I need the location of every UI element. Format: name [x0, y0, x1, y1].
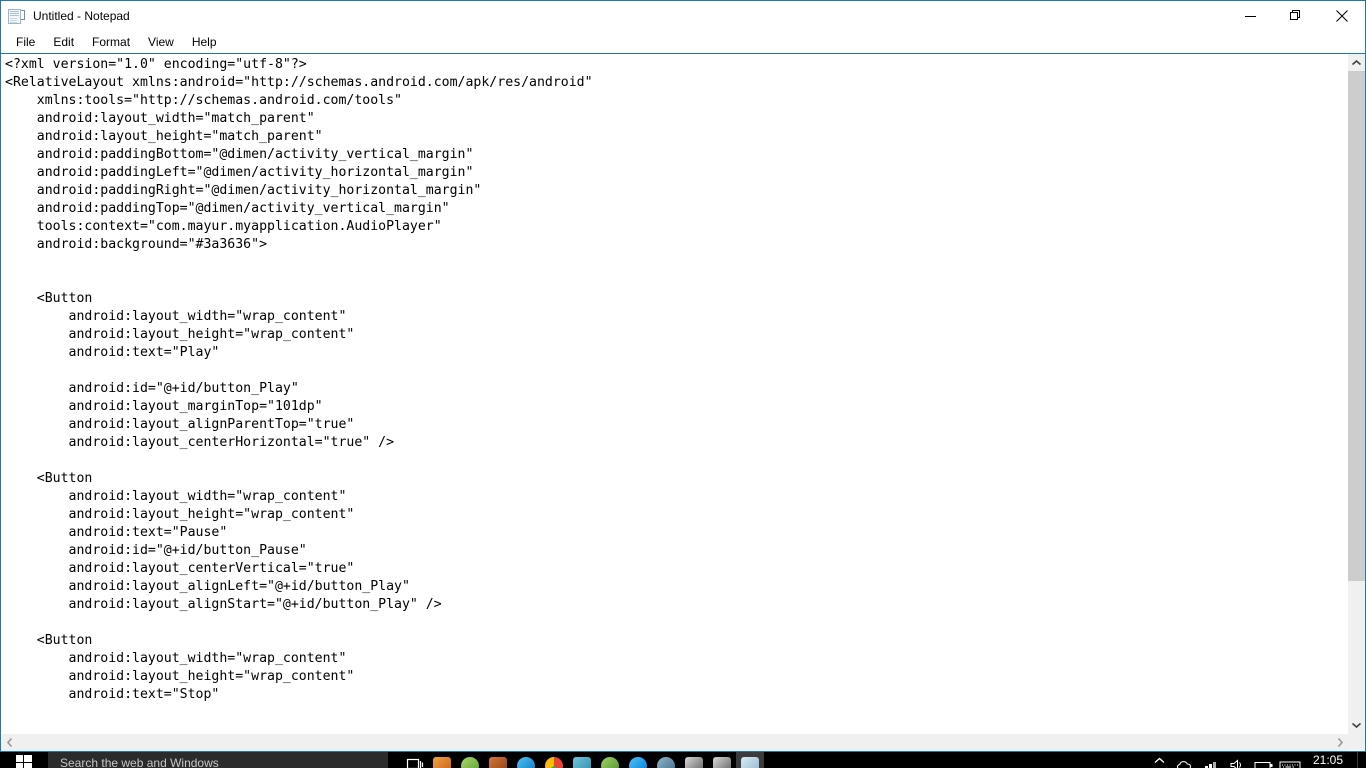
close-button[interactable]: [1319, 1, 1365, 31]
vlc-icon[interactable]: [456, 752, 484, 768]
menu-item-format[interactable]: Format: [83, 32, 139, 52]
window-titlebar[interactable]: Untitled - Notepad: [1, 1, 1365, 31]
horizontal-scroll-track[interactable]: [18, 734, 1331, 751]
battery-icon[interactable]: [1251, 752, 1277, 768]
editor-content[interactable]: <?xml version="1.0" encoding="utf-8"?> <…: [1, 54, 1347, 704]
media-player-icon[interactable]: [428, 752, 456, 768]
chevron-up-icon: [1154, 757, 1165, 764]
winrar-icon[interactable]: [680, 752, 708, 768]
scroll-right-button[interactable]: [1331, 734, 1348, 751]
editor-region: <?xml version="1.0" encoding="utf-8"?> <…: [1, 53, 1365, 733]
menu-item-help[interactable]: Help: [183, 32, 226, 52]
notepad-taskbar-icon[interactable]: [736, 752, 764, 768]
chevron-right-icon: [1337, 738, 1343, 747]
show-desktop-button[interactable]: [1357, 752, 1366, 768]
window-title: Untitled - Notepad: [33, 1, 130, 31]
vertical-scrollbar[interactable]: [1347, 54, 1365, 733]
start-button[interactable]: [0, 752, 48, 768]
onedrive-icon[interactable]: [1173, 752, 1199, 768]
close-icon: [1336, 10, 1348, 22]
skype-icon[interactable]: [624, 752, 652, 768]
chevron-down-icon: [1352, 722, 1361, 728]
winrar-alt-icon[interactable]: [708, 752, 736, 768]
menu-item-view[interactable]: View: [139, 32, 183, 52]
taskbar-app-icons: [388, 752, 764, 768]
android-studio-icon[interactable]: [596, 752, 624, 768]
notepad-icon: [8, 8, 25, 25]
notepad-window: Untitled - Notepad: [0, 0, 1366, 752]
chevron-left-icon: [7, 738, 13, 747]
volume-icon[interactable]: [1225, 752, 1251, 768]
network-icon[interactable]: [1199, 752, 1225, 768]
tray-expand-button[interactable]: [1147, 752, 1173, 768]
scroll-up-button[interactable]: [1348, 54, 1365, 71]
taskbar: Search the web and Windows: [0, 752, 1366, 768]
menu-item-file[interactable]: File: [7, 32, 44, 52]
taskbar-search-input[interactable]: Search the web and Windows: [48, 752, 388, 768]
chrome-icon[interactable]: [540, 752, 568, 768]
menu-bar: File Edit Format View Help: [1, 31, 1365, 53]
scroll-left-button[interactable]: [1, 734, 18, 751]
task-view-icon[interactable]: [400, 752, 428, 768]
desktop-screen: Untitled - Notepad: [0, 0, 1366, 768]
teamviewer-icon[interactable]: [652, 752, 680, 768]
horizontal-scroll-region: [1, 733, 1365, 751]
minimize-icon: [1245, 11, 1256, 22]
scroll-down-button[interactable]: [1348, 716, 1365, 733]
taskbar-clock[interactable]: 21:05: [1303, 752, 1357, 768]
scrollbar-corner: [1348, 733, 1365, 750]
menu-item-edit[interactable]: Edit: [44, 32, 83, 52]
windows-logo-icon: [16, 755, 32, 768]
text-editor[interactable]: <?xml version="1.0" encoding="utf-8"?> <…: [1, 54, 1347, 733]
photo-viewer-icon[interactable]: [484, 752, 512, 768]
internet-explorer-icon[interactable]: [512, 752, 540, 768]
window-controls: [1227, 1, 1365, 31]
maximize-button[interactable]: [1273, 1, 1319, 31]
restore-icon: [1290, 10, 1302, 22]
keyboard-layout-icon[interactable]: [1277, 752, 1303, 768]
vertical-scroll-track[interactable]: [1348, 71, 1365, 716]
system-tray: 21:05: [1147, 752, 1366, 768]
vertical-scroll-thumb[interactable]: [1348, 71, 1365, 581]
chevron-up-icon: [1352, 60, 1361, 66]
minimize-button[interactable]: [1227, 1, 1273, 31]
horizontal-scrollbar[interactable]: [1, 733, 1348, 751]
excel-icon[interactable]: [568, 752, 596, 768]
